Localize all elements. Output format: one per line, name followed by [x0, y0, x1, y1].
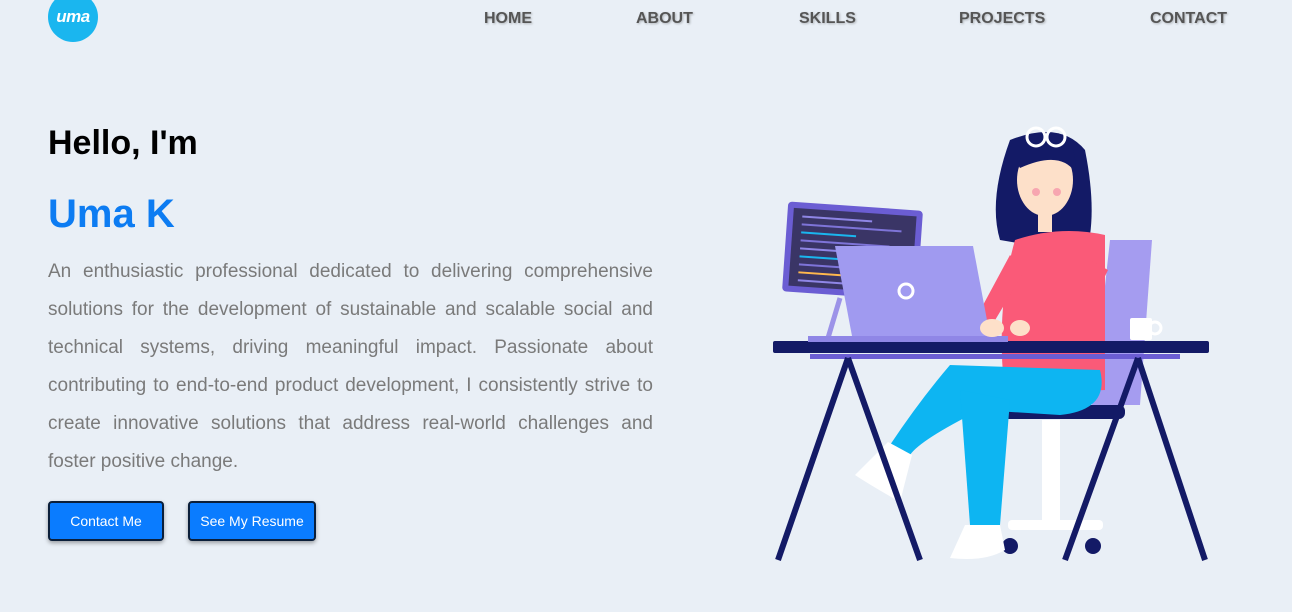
nav-projects[interactable]: PROJECTS [959, 10, 1045, 28]
nav-about[interactable]: ABOUT [636, 10, 693, 28]
main-nav: HOME ABOUT SKILLS PROJECTS CONTACT [0, 10, 1292, 30]
woman-working-at-laptop-illustration [773, 126, 1209, 562]
nav-skills[interactable]: SKILLS [799, 10, 856, 28]
mug-icon [1130, 318, 1163, 340]
hero-name: Uma K [48, 192, 175, 236]
nav-home[interactable]: HOME [484, 10, 532, 28]
nav-contact[interactable]: CONTACT [1150, 10, 1227, 28]
see-resume-button[interactable]: See My Resume [188, 501, 316, 541]
hero-greeting: Hello, I'm [48, 124, 198, 162]
hero-bio: An enthusiastic professional dedicated t… [48, 261, 653, 472]
portfolio-page: uma HOME ABOUT SKILLS PROJECTS CONTACT H… [0, 0, 1292, 612]
contact-me-button[interactable]: Contact Me [48, 501, 164, 541]
